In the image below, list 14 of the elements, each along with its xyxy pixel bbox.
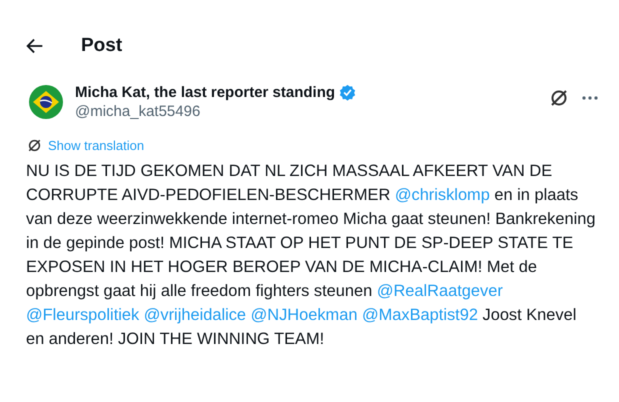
author-handle[interactable]: @micha_kat55496: [75, 103, 549, 120]
show-translation-link[interactable]: Show translation: [48, 138, 144, 153]
mention-link[interactable]: @NJHoekman: [250, 306, 358, 324]
author-name[interactable]: Micha Kat, the last reporter standing: [75, 84, 336, 101]
mention-link[interactable]: @RealRaatgever: [376, 282, 503, 300]
mention-link[interactable]: @MaxBaptist92: [362, 306, 478, 324]
avatar[interactable]: [29, 85, 63, 119]
mention-link[interactable]: @vrijheidalice: [144, 306, 246, 324]
page-title: Post: [81, 35, 122, 57]
post-text: NU IS DE TIJD GEKOMEN DAT NL ZICH MASSAAL AFKEERT VAN DE CORRUPTE AIVD-PEDOFIELEN-BESCHERMER @chrisklomp en in plaats van deze weerzinwekkende internet-romeo Micha gaat steunen! Bankrekening in de gepinde post! MICHA STAAT OP HET PUNT DE SP-DEEP STATE TE EXPOSEN IN HET HOGER BEROEP VAN DE MICHA-CLAIM! Met de opbrengst gaat hij alle freedom fighters steunen @RealRaatgever @Fleurspolitiek @vrijheidalice @NJHoekman @MaxBaptist92 Joost Knevel en anderen! JOIN THE WINNING TEAM!: [26, 161, 596, 350]
translate-icon[interactable]: [27, 138, 42, 153]
grok-icon[interactable]: [549, 88, 569, 108]
mention-link[interactable]: @Fleurspolitiek: [26, 306, 140, 324]
mention-link[interactable]: @chrisklomp: [394, 186, 490, 204]
